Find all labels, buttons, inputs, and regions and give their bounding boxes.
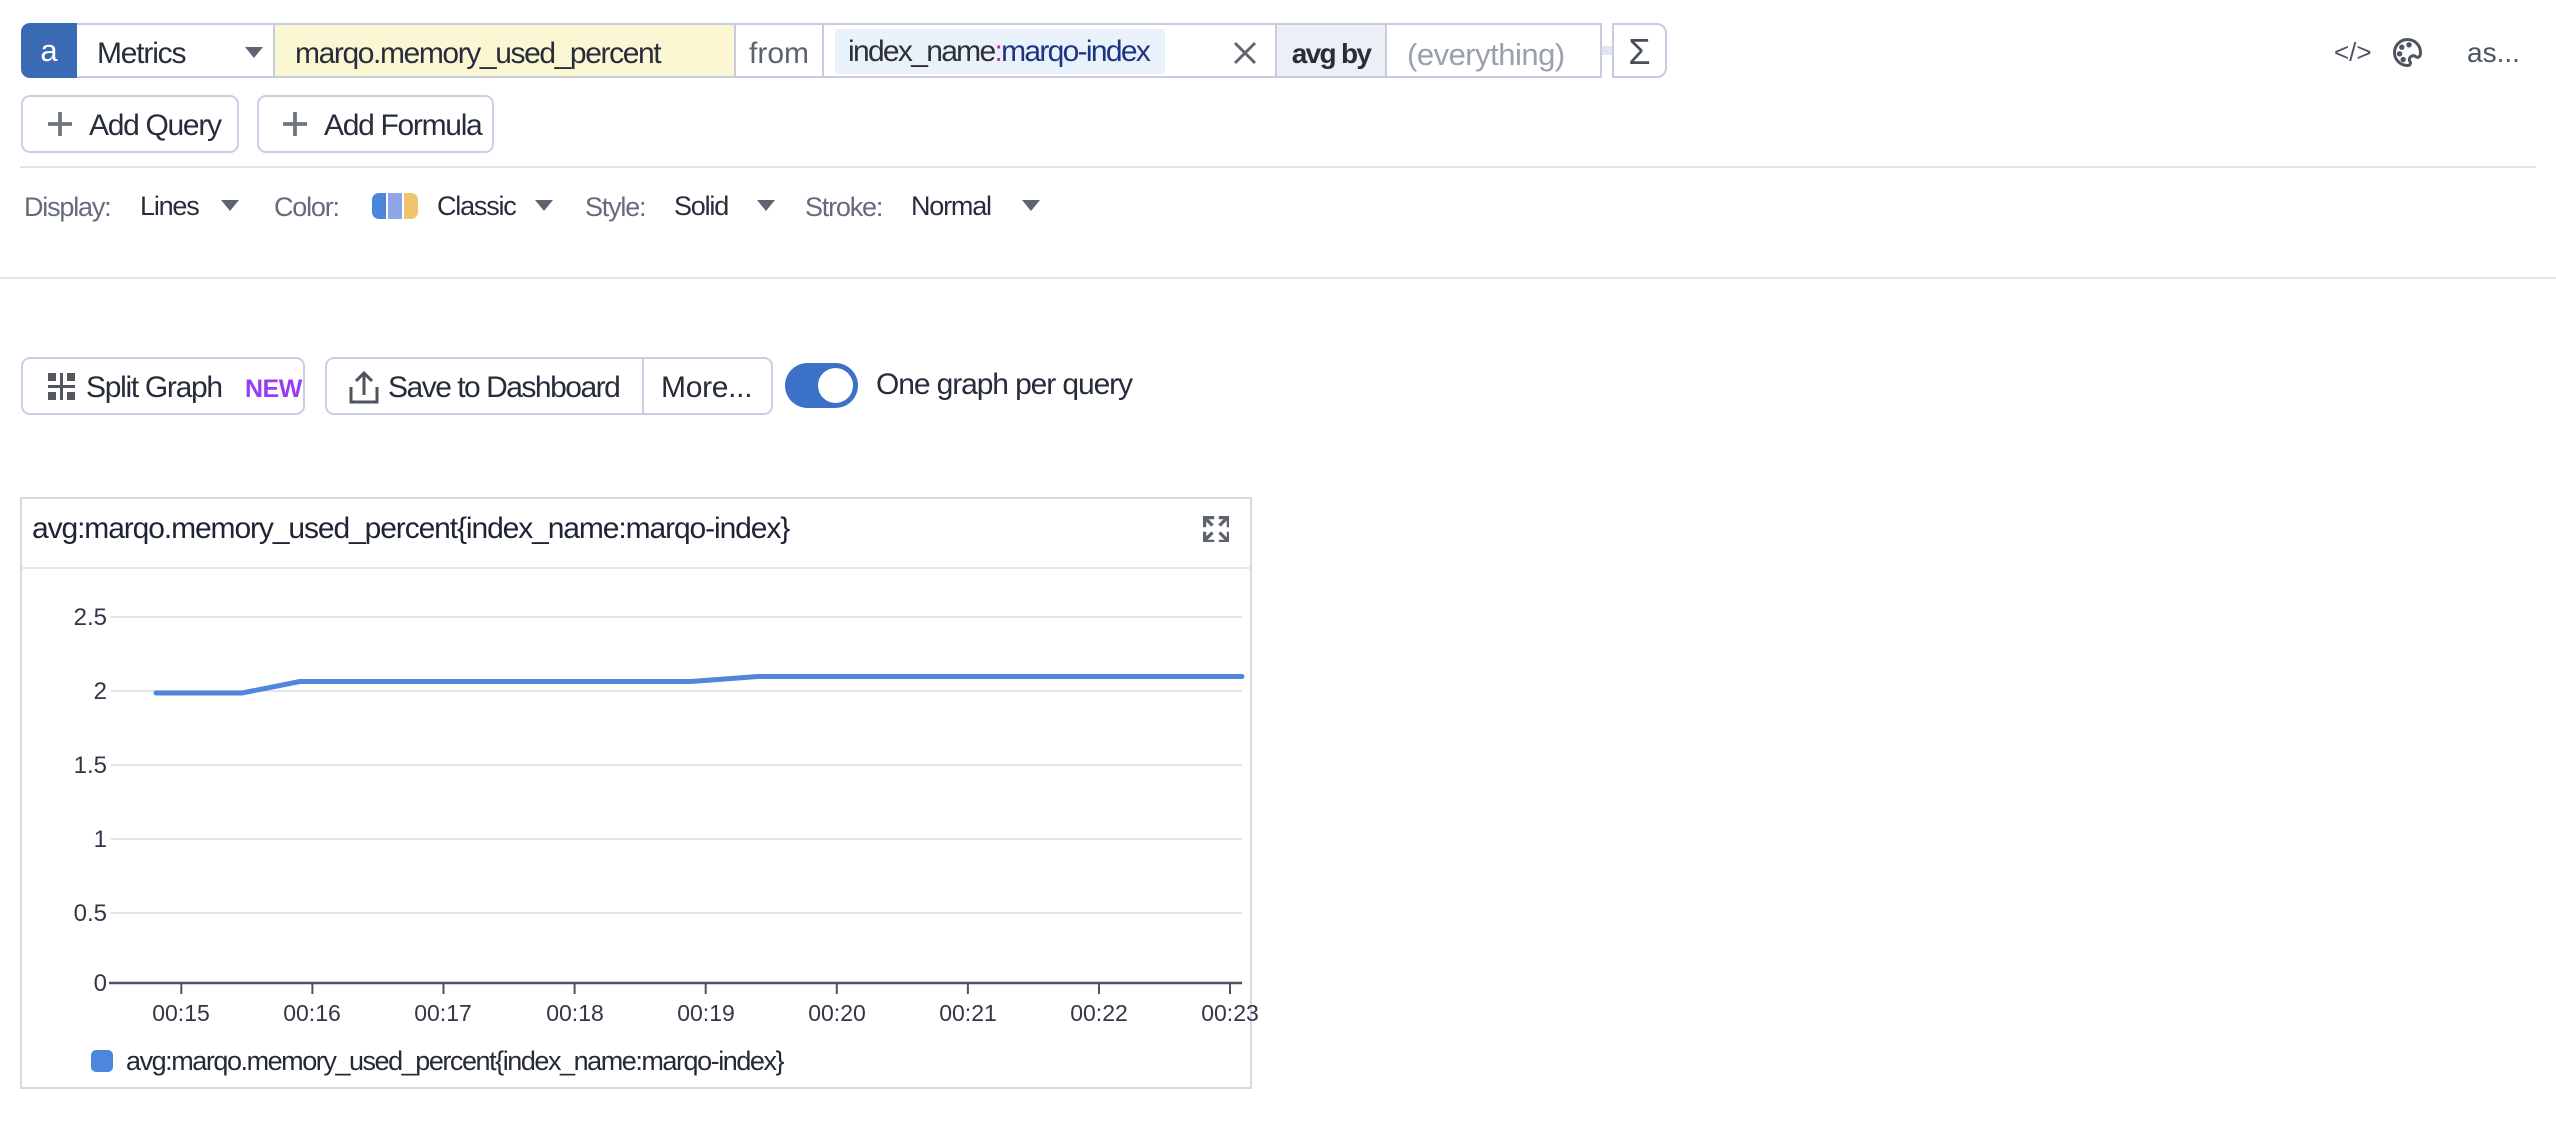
svg-text:00:23: 00:23 (1201, 1000, 1259, 1026)
svg-text:1.5: 1.5 (74, 752, 107, 779)
svg-text:2: 2 (94, 678, 107, 705)
svg-text:00:21: 00:21 (939, 1000, 997, 1026)
svg-text:00:22: 00:22 (1070, 1000, 1128, 1026)
svg-text:00:15: 00:15 (152, 1000, 210, 1026)
svg-text:00:20: 00:20 (808, 1000, 866, 1026)
svg-text:00:16: 00:16 (283, 1000, 341, 1026)
svg-text:0.5: 0.5 (74, 900, 107, 927)
svg-text:00:19: 00:19 (677, 1000, 735, 1026)
svg-text:1: 1 (94, 826, 107, 853)
svg-text:0: 0 (94, 970, 107, 997)
svg-text:00:17: 00:17 (414, 1000, 472, 1026)
svg-text:2.5: 2.5 (74, 604, 107, 631)
svg-text:00:18: 00:18 (546, 1000, 604, 1026)
